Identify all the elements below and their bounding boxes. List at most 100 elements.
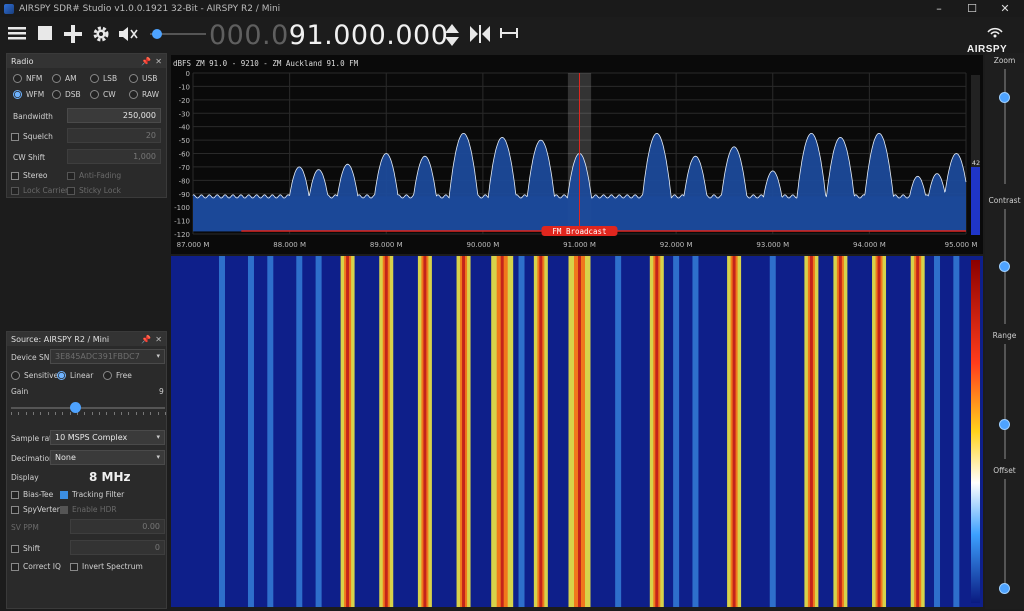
anti-fading-checkbox[interactable]: Anti-Fading bbox=[67, 171, 121, 180]
gear-icon[interactable] bbox=[90, 25, 112, 45]
radio-dot[interactable] bbox=[11, 371, 20, 380]
menu-icon[interactable] bbox=[6, 25, 28, 45]
sample-rate-select[interactable]: 10 MSPS Complex ▾ bbox=[50, 430, 165, 445]
waterfall-display[interactable] bbox=[171, 256, 983, 607]
spectrum-analyzer[interactable]: dBFS ZM 91.0 - 9210 - ZM Auckland 91.0 F… bbox=[171, 55, 983, 254]
invert-spectrum-checkbox-box[interactable] bbox=[70, 562, 78, 571]
device-sn-select[interactable]: 3E845ADC391FBDC7 ▾ bbox=[50, 349, 165, 364]
lock-carrier-checkbox[interactable]: Lock Carrier bbox=[11, 186, 68, 195]
mode-radio-am[interactable]: AM bbox=[52, 74, 77, 83]
bias-tee-checkbox-box[interactable] bbox=[11, 490, 19, 499]
sticky-lock-checkbox-box[interactable] bbox=[67, 186, 75, 195]
stereo-checkbox-box[interactable] bbox=[11, 171, 19, 180]
shift-checkbox[interactable]: Shift bbox=[11, 544, 40, 553]
x-tick-label: 87.000 M bbox=[177, 241, 210, 249]
frequency-display[interactable]: 000.091.000.000 bbox=[209, 20, 448, 51]
add-icon[interactable] bbox=[62, 25, 84, 45]
shift-checkbox-box[interactable] bbox=[11, 544, 19, 553]
mode-radio-dsb[interactable]: DSB bbox=[52, 90, 81, 99]
x-tick-label: 88.000 M bbox=[273, 241, 306, 249]
source-panel-title: Source: AIRSPY R2 / Mini bbox=[11, 334, 110, 344]
mode-radio-cw[interactable]: CW bbox=[90, 90, 116, 99]
y-tick-label: -90 bbox=[179, 191, 190, 199]
radio-dot[interactable] bbox=[13, 74, 22, 83]
spectrum-plot[interactable]: dBFS ZM 91.0 - 9210 - ZM Auckland 91.0 F… bbox=[171, 55, 983, 254]
tracking-filter-label: Tracking Filter bbox=[72, 490, 125, 499]
contrast-slider-thumb[interactable] bbox=[999, 261, 1010, 272]
close-icon[interactable]: ✕ bbox=[155, 57, 162, 66]
correct-iq-checkbox-box[interactable] bbox=[11, 562, 19, 571]
speaker-mute-icon[interactable] bbox=[118, 25, 140, 45]
frequency-digits[interactable]: 91.000.000 bbox=[289, 20, 449, 51]
gain-slider[interactable] bbox=[11, 401, 166, 415]
center-frequency-icon[interactable] bbox=[469, 25, 491, 45]
radio-dot[interactable] bbox=[129, 90, 138, 99]
enable-hdr-checkbox[interactable]: Enable HDR bbox=[60, 505, 117, 514]
radio-panel: Radio 📌 ✕ NFM AM LSB USB WFM DSB CW RAW Bandwid… bbox=[6, 53, 167, 198]
bandwidth-input[interactable]: 250,000 bbox=[67, 108, 161, 123]
radio-dot[interactable] bbox=[52, 90, 61, 99]
invert-spectrum-checkbox[interactable]: Invert Spectrum bbox=[70, 562, 143, 571]
tracking-filter-checkbox-box[interactable] bbox=[60, 490, 68, 499]
mode-radio-lsb[interactable]: LSB bbox=[90, 74, 117, 83]
tune-up-down-icon[interactable] bbox=[441, 24, 463, 46]
spyverter-checkbox[interactable]: SpyVerter bbox=[11, 505, 60, 514]
spyverter-checkbox-box[interactable] bbox=[11, 505, 19, 514]
pin-icon[interactable]: 📌 bbox=[141, 335, 151, 344]
pin-icon[interactable]: 📌 bbox=[141, 57, 151, 66]
decimation-select[interactable]: None ▾ bbox=[50, 450, 165, 465]
radio-dot[interactable] bbox=[13, 90, 22, 99]
volume-slider[interactable] bbox=[150, 29, 206, 39]
anti-fading-checkbox-box[interactable] bbox=[67, 171, 75, 180]
gain-mode-radio-sensitive[interactable]: Sensitive bbox=[11, 371, 58, 380]
maximize-button[interactable]: ☐ bbox=[957, 0, 987, 17]
radio-dot[interactable] bbox=[52, 74, 61, 83]
radio-dot[interactable] bbox=[129, 74, 138, 83]
radio-panel-header: Radio 📌 ✕ bbox=[7, 54, 166, 68]
waterfall-streak bbox=[692, 256, 699, 607]
radio-dot[interactable] bbox=[57, 371, 66, 380]
x-tick-label: 89.000 M bbox=[370, 241, 403, 249]
close-icon[interactable]: ✕ bbox=[155, 335, 162, 344]
y-tick-label: -100 bbox=[174, 204, 190, 212]
radio-dot[interactable] bbox=[90, 90, 99, 99]
slider-label-range: Range bbox=[992, 331, 1017, 340]
squelch-checkbox[interactable]: Squelch bbox=[11, 132, 53, 141]
span-icon[interactable] bbox=[498, 25, 520, 45]
mode-radio-usb[interactable]: USB bbox=[129, 74, 157, 83]
close-button[interactable]: ✕ bbox=[990, 0, 1020, 17]
stop-icon[interactable] bbox=[34, 25, 56, 45]
radio-dot[interactable] bbox=[103, 371, 112, 380]
mode-radio-wfm[interactable]: WFM bbox=[13, 90, 44, 99]
gain-mode-radio-linear[interactable]: Linear bbox=[57, 371, 93, 380]
range-slider-thumb[interactable] bbox=[999, 418, 1010, 430]
zoom-slider-thumb[interactable] bbox=[999, 91, 1010, 103]
zoom-slider[interactable] bbox=[1004, 69, 1006, 184]
lock-carrier-checkbox-box[interactable] bbox=[11, 186, 19, 195]
radio-dot[interactable] bbox=[90, 74, 99, 83]
waterfall-plot[interactable] bbox=[171, 256, 983, 607]
shift-input[interactable]: 0 bbox=[70, 540, 165, 555]
offset-slider[interactable] bbox=[1004, 479, 1006, 594]
tracking-filter-checkbox[interactable]: Tracking Filter bbox=[60, 490, 124, 499]
sv-ppm-input[interactable]: 0.00 bbox=[70, 519, 165, 534]
sticky-lock-checkbox[interactable]: Sticky Lock bbox=[67, 186, 121, 195]
range-slider[interactable] bbox=[1004, 344, 1006, 459]
squelch-checkbox-box[interactable] bbox=[11, 132, 19, 141]
volume-slider-thumb[interactable] bbox=[152, 29, 163, 39]
cw-shift-input[interactable]: 1,000 bbox=[67, 149, 161, 164]
squelch-input[interactable]: 20 bbox=[67, 128, 161, 143]
correct-iq-checkbox[interactable]: Correct IQ bbox=[11, 562, 61, 571]
minimize-button[interactable]: – bbox=[924, 0, 954, 17]
enable-hdr-checkbox-box[interactable] bbox=[60, 505, 68, 514]
gain-slider-thumb[interactable] bbox=[69, 402, 81, 413]
mode-radio-raw[interactable]: RAW bbox=[129, 90, 159, 99]
frequency-leading-digits[interactable]: 000.0 bbox=[209, 20, 289, 51]
mode-radio-nfm[interactable]: NFM bbox=[13, 74, 42, 83]
offset-slider-thumb[interactable] bbox=[999, 583, 1010, 594]
stereo-checkbox[interactable]: Stereo bbox=[11, 171, 47, 180]
gain-mode-radio-free[interactable]: Free bbox=[103, 371, 132, 380]
waterfall-streak bbox=[769, 256, 776, 607]
anti-fading-label: Anti-Fading bbox=[79, 171, 122, 180]
bias-tee-checkbox[interactable]: Bias-Tee bbox=[11, 490, 53, 499]
